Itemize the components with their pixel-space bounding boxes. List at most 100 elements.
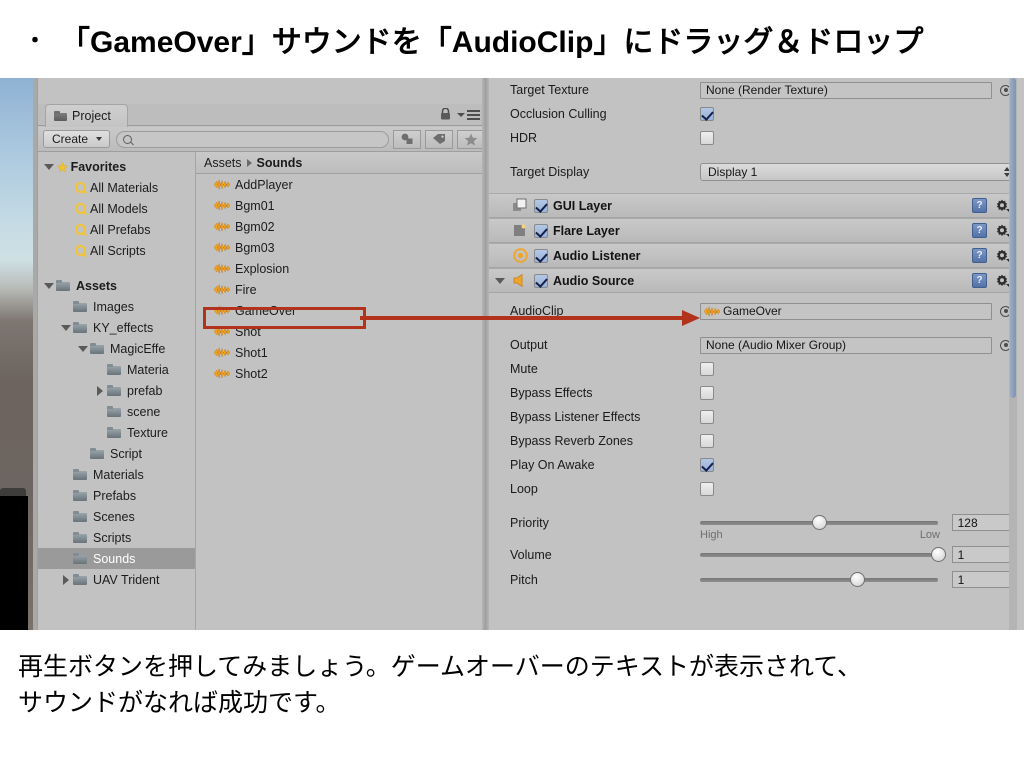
cut-off-row bbox=[489, 592, 1017, 612]
panel-splitter[interactable] bbox=[482, 78, 489, 630]
tree-item-scripts[interactable]: Scripts bbox=[38, 527, 195, 548]
panel-menu-icon[interactable] bbox=[457, 110, 480, 120]
list-item[interactable]: Shot bbox=[196, 321, 490, 342]
project-asset-list[interactable]: Assets Sounds AddPlayer Bgm01 Bgm02 Bgm03 Ex… bbox=[196, 152, 490, 630]
list-item-label: Shot1 bbox=[235, 345, 268, 360]
list-item[interactable]: Bgm01 bbox=[196, 195, 490, 216]
shapes-filter-icon[interactable] bbox=[393, 129, 421, 149]
mute-checkbox[interactable] bbox=[700, 362, 714, 376]
favorite-filter-icon[interactable] bbox=[457, 129, 485, 149]
bypass-listener-effects-checkbox[interactable] bbox=[700, 410, 714, 424]
help-icon[interactable]: ? bbox=[972, 248, 987, 263]
tree-twisty[interactable] bbox=[42, 163, 56, 170]
tree-item-prefabs[interactable]: Prefabs bbox=[38, 485, 195, 506]
audio-clip-field[interactable]: GameOver bbox=[700, 302, 992, 320]
lock-icon[interactable] bbox=[440, 108, 451, 120]
tree-item-scene[interactable]: scene bbox=[38, 401, 195, 422]
component-gui-layer-header[interactable]: GUI Layer? bbox=[489, 193, 1017, 218]
tree-item-scenes[interactable]: Scenes bbox=[38, 506, 195, 527]
help-icon[interactable]: ? bbox=[972, 198, 987, 213]
target-texture-field[interactable]: None (Render Texture) bbox=[700, 81, 992, 99]
tree-item-all-models[interactable]: All Models bbox=[38, 198, 195, 219]
tree-item-label: Script bbox=[110, 446, 142, 461]
list-item[interactable]: Shot1 bbox=[196, 342, 490, 363]
tree-item-materials[interactable]: Materials bbox=[38, 464, 195, 485]
tree-item-prefab[interactable]: prefab bbox=[38, 380, 195, 401]
volume-slider-knob[interactable] bbox=[930, 546, 946, 562]
priority-slider[interactable]: High Low bbox=[700, 514, 940, 541]
play-on-awake-label: Play On Awake bbox=[510, 458, 595, 472]
audio-source-pad-2 bbox=[489, 323, 1017, 333]
search-icon bbox=[75, 245, 86, 256]
component-audio-listener-enabled-checkbox[interactable] bbox=[534, 248, 548, 263]
gear-icon[interactable] bbox=[994, 198, 1012, 213]
component-flare-layer-enabled-checkbox[interactable] bbox=[534, 223, 548, 238]
tree-twisty[interactable] bbox=[42, 282, 56, 289]
help-icon[interactable]: ? bbox=[972, 223, 987, 238]
pitch-value-field[interactable]: 1 bbox=[951, 571, 1017, 588]
target-display-select[interactable]: Display 1 bbox=[700, 163, 1016, 181]
list-item[interactable]: Bgm03 bbox=[196, 237, 490, 258]
tree-item-all-prefabs[interactable]: All Prefabs bbox=[38, 219, 195, 240]
priority-value-field[interactable]: 128 bbox=[951, 514, 1017, 531]
tree-item-sounds[interactable]: Sounds bbox=[38, 548, 195, 569]
inspector-spacer-2 bbox=[489, 184, 1017, 193]
pitch-slider-knob[interactable] bbox=[849, 571, 865, 587]
component-audio-source-enabled-checkbox[interactable] bbox=[534, 273, 548, 288]
bypass-reverb-zones-label: Bypass Reverb Zones bbox=[510, 434, 633, 448]
volume-slider[interactable] bbox=[700, 546, 946, 562]
project-panel: Project Create ★ Favorites All Materials… bbox=[37, 78, 490, 630]
component-flare-layer-header[interactable]: Flare Layer? bbox=[489, 218, 1017, 243]
inspector-scrollbar[interactable] bbox=[1009, 78, 1017, 630]
tree-item-favorites[interactable]: ★ Favorites bbox=[38, 156, 195, 177]
tree-item-all-scripts[interactable]: All Scripts bbox=[38, 240, 195, 261]
output-field[interactable]: None (Audio Mixer Group) bbox=[700, 336, 992, 354]
list-item[interactable]: Bgm02 bbox=[196, 216, 490, 237]
list-item[interactable]: GameOver bbox=[196, 300, 490, 321]
mute-row: Mute bbox=[489, 357, 1017, 381]
tree-item-script[interactable]: Script bbox=[38, 443, 195, 464]
component-audio-listener-header[interactable]: Audio Listener? bbox=[489, 243, 1017, 268]
gear-icon[interactable] bbox=[994, 248, 1012, 263]
list-item[interactable]: Shot2 bbox=[196, 363, 490, 384]
search-input[interactable] bbox=[116, 130, 389, 148]
tree-twisty[interactable] bbox=[76, 345, 90, 352]
tree-twisty[interactable] bbox=[59, 324, 73, 331]
volume-value-field[interactable]: 1 bbox=[951, 546, 1017, 563]
tree-item-assets[interactable]: Assets bbox=[38, 275, 195, 296]
tree-item-magiceffe[interactable]: MagicEffe bbox=[38, 338, 195, 359]
hdr-checkbox[interactable] bbox=[700, 131, 714, 145]
list-item[interactable]: AddPlayer bbox=[196, 174, 490, 195]
label-filter-icon[interactable] bbox=[425, 129, 453, 149]
component-gui-layer-enabled-checkbox[interactable] bbox=[534, 198, 548, 213]
component-audio-source-icon bbox=[512, 273, 529, 288]
tree-twisty[interactable] bbox=[93, 385, 107, 396]
tab-project[interactable]: Project bbox=[45, 104, 128, 127]
tree-twisty[interactable] bbox=[59, 574, 73, 585]
component-audio-source-header[interactable]: Audio Source? bbox=[489, 268, 1017, 293]
pitch-slider[interactable] bbox=[700, 571, 938, 587]
tree-item-ky-effects[interactable]: KY_effects bbox=[38, 317, 195, 338]
loop-checkbox[interactable] bbox=[700, 482, 714, 496]
list-item[interactable]: Explosion bbox=[196, 258, 490, 279]
create-button[interactable]: Create bbox=[43, 130, 111, 148]
chevron-down-icon bbox=[44, 282, 54, 289]
play-on-awake-checkbox[interactable] bbox=[700, 458, 714, 472]
scrollbar-thumb[interactable] bbox=[1010, 78, 1016, 398]
gear-icon[interactable] bbox=[994, 223, 1012, 238]
tree-item-all-materials[interactable]: All Materials bbox=[38, 177, 195, 198]
priority-slider-knob[interactable] bbox=[811, 514, 827, 530]
list-item[interactable]: Fire bbox=[196, 279, 490, 300]
project-tree[interactable]: ★ Favorites All Materials All Models All Pre… bbox=[38, 152, 196, 630]
help-icon[interactable]: ? bbox=[972, 273, 987, 288]
gear-icon[interactable] bbox=[994, 273, 1012, 288]
occlusion-culling-checkbox[interactable] bbox=[700, 107, 714, 121]
tree-item-images[interactable]: Images bbox=[38, 296, 195, 317]
breadcrumb-root[interactable]: Assets bbox=[204, 156, 242, 170]
tree-item-texture[interactable]: Texture bbox=[38, 422, 195, 443]
tree-item-materia[interactable]: Materia bbox=[38, 359, 195, 380]
tree-item-uav-trident[interactable]: UAV Trident bbox=[38, 569, 195, 590]
bypass-effects-checkbox[interactable] bbox=[700, 386, 714, 400]
bypass-reverb-zones-checkbox[interactable] bbox=[700, 434, 714, 448]
component-audio-source-foldout[interactable] bbox=[493, 277, 507, 284]
